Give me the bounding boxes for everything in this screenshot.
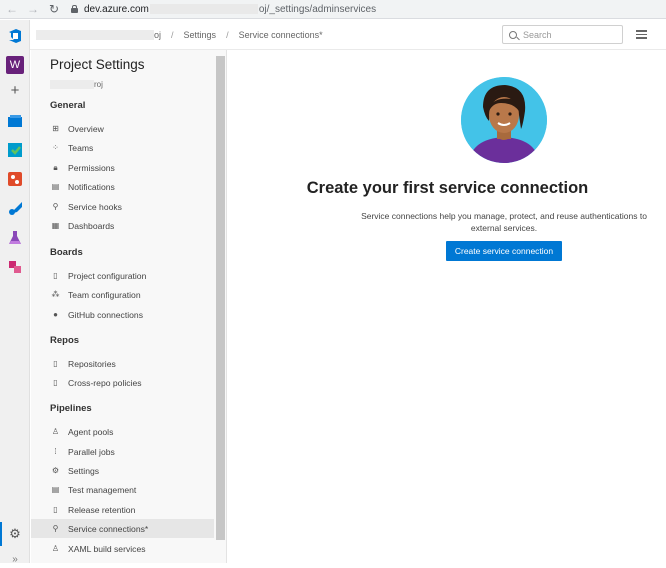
nav-item-settings[interactable]: ⚙ Settings	[31, 461, 214, 480]
nav-item-permissions[interactable]: 🔒︎ Permissions	[31, 158, 214, 177]
breadcrumb-project[interactable]: oj	[154, 30, 161, 40]
agent-icon: ♙	[51, 544, 60, 553]
parallel-icon: ⁞	[54, 447, 57, 456]
repos-icon[interactable]	[6, 170, 24, 188]
breadcrumb-current[interactable]: Service connections*	[239, 30, 323, 40]
address-bar[interactable]: dev.azure.com oj/_settings/adminservices	[71, 4, 376, 15]
document-icon: ▯	[53, 271, 58, 280]
search-icon	[509, 30, 517, 39]
gear-icon: ⚙	[51, 466, 60, 475]
nav-item-test-management[interactable]: ▤ Test management	[31, 480, 214, 499]
browser-toolbar: ← → ↻ dev.azure.com oj/_settings/adminse…	[0, 0, 666, 19]
search-placeholder: Search	[523, 29, 552, 40]
add-icon[interactable]: +	[6, 81, 24, 99]
overview-grid-icon: ⊞	[52, 124, 59, 133]
breadcrumb-settings[interactable]: Settings	[184, 30, 217, 40]
nav-item-team-configuration[interactable]: ⁂ Team configuration	[31, 285, 214, 304]
lock-icon: 🔒︎	[53, 162, 58, 172]
repository-icon: ▯	[53, 359, 58, 368]
list-view-icon[interactable]	[636, 30, 647, 40]
team-config-icon: ⁂	[51, 290, 60, 299]
nav-item-release-retention[interactable]: ▯ Release retention	[31, 500, 214, 519]
reload-icon[interactable]: ↻	[45, 0, 63, 18]
plug-icon: ⚲	[52, 202, 59, 211]
policy-icon: ▯	[53, 378, 58, 387]
pipelines-icon[interactable]	[6, 200, 24, 218]
chat-icon: ▤	[51, 182, 60, 191]
nav-item-agent-pools[interactable]: ♙ Agent pools	[31, 422, 214, 441]
nav-item-dashboards[interactable]: ▦ Dashboards	[31, 216, 214, 235]
project-settings-panel: Project Settings roj General ⊞ Overview ⁘…	[31, 50, 227, 563]
agent-icon: ♙	[51, 427, 60, 436]
panel-scrollbar[interactable]	[216, 56, 225, 540]
create-service-connection-button[interactable]: Create service connection	[446, 241, 562, 261]
azure-devops-logo-icon[interactable]	[6, 27, 24, 45]
search-input[interactable]: Search	[502, 25, 623, 44]
nav-item-teams[interactable]: ⁘ Teams	[31, 138, 214, 157]
breadcrumb-separator: /	[171, 29, 174, 40]
phone-icon: ▯	[53, 505, 58, 514]
url-path: oj/_settings/adminservices	[258, 3, 377, 15]
project-name: roj	[50, 80, 103, 90]
teams-icon: ⁘	[52, 143, 59, 152]
section-boards: Boards	[50, 247, 83, 258]
test-plans-icon[interactable]	[6, 229, 24, 247]
project-name-redacted	[50, 80, 94, 90]
section-general: General	[50, 100, 86, 111]
settings-gear-icon[interactable]: ⚙	[6, 525, 24, 543]
nav-item-parallel-jobs[interactable]: ⁞ Parallel jobs	[31, 442, 214, 461]
empty-state-title: Create your first service connection	[306, 179, 589, 197]
nav-item-repositories[interactable]: ▯ Repositories	[31, 354, 214, 373]
url-redacted	[149, 4, 258, 14]
nav-item-overview[interactable]: ⊞ Overview	[31, 119, 214, 138]
test-icon: ▤	[51, 485, 60, 494]
breadcrumb-org-redacted	[36, 29, 154, 40]
section-repos: Repos	[50, 335, 80, 346]
boards-icon[interactable]	[6, 141, 24, 159]
back-icon[interactable]: ←	[3, 0, 21, 18]
lock-icon	[71, 5, 78, 13]
left-navigation-rail: W + ⚙ »	[0, 20, 30, 565]
forward-icon[interactable]: →	[24, 0, 42, 18]
expand-chevron-icon[interactable]: »	[6, 550, 24, 568]
plug-icon: ⚲	[52, 524, 59, 533]
nav-item-service-hooks[interactable]: ⚲ Service hooks	[31, 197, 214, 216]
artifacts-icon[interactable]	[6, 258, 24, 276]
overview-icon[interactable]	[6, 112, 24, 130]
organization-icon[interactable]: W	[6, 56, 24, 74]
header-bar: oj / Settings / Service connections* Sea…	[30, 20, 666, 50]
nav-item-project-configuration[interactable]: ▯ Project configuration	[31, 266, 214, 285]
empty-state-description: Service connections help you manage, pro…	[361, 211, 647, 233]
nav-item-service-connections[interactable]: ⚲ Service connections*	[31, 519, 214, 538]
nav-item-xaml-build-services[interactable]: ♙ XAML build services	[31, 539, 214, 558]
nav-item-cross-repo-policies[interactable]: ▯ Cross-repo policies	[31, 373, 214, 392]
nav-item-github-connections[interactable]: ● GitHub connections	[31, 305, 214, 324]
person-illustration-icon	[461, 77, 547, 163]
url-host: dev.azure.com	[84, 3, 149, 15]
rail-active-indicator	[0, 522, 2, 546]
github-icon: ●	[53, 310, 58, 319]
panel-title: Project Settings	[50, 57, 145, 72]
nav-item-notifications[interactable]: ▤ Notifications	[31, 177, 214, 196]
section-pipelines: Pipelines	[50, 403, 92, 414]
dashboard-icon: ▦	[51, 221, 60, 230]
breadcrumb-separator: /	[226, 29, 229, 40]
